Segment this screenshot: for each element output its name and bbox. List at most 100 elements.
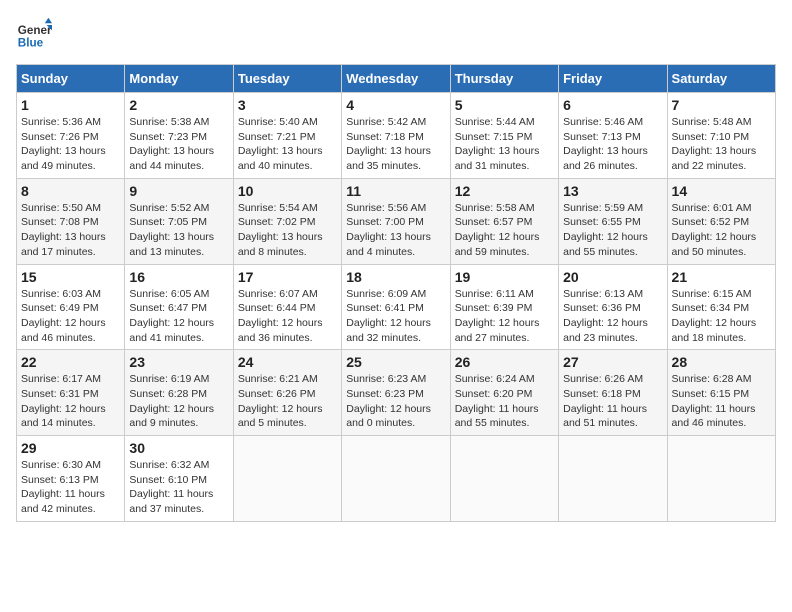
calendar-cell: 4 Sunrise: 5:42 AMSunset: 7:18 PMDaylight… — [342, 93, 450, 179]
day-detail: Sunrise: 6:23 AMSunset: 6:23 PMDaylight:… — [346, 372, 445, 431]
day-detail: Sunrise: 6:19 AMSunset: 6:28 PMDaylight:… — [129, 372, 228, 431]
day-number: 21 — [672, 269, 771, 285]
calendar-cell: 6 Sunrise: 5:46 AMSunset: 7:13 PMDaylight… — [559, 93, 667, 179]
calendar-cell: 5 Sunrise: 5:44 AMSunset: 7:15 PMDaylight… — [450, 93, 558, 179]
day-number: 12 — [455, 183, 554, 199]
day-detail: Sunrise: 5:46 AMSunset: 7:13 PMDaylight:… — [563, 115, 662, 174]
day-number: 16 — [129, 269, 228, 285]
day-number: 28 — [672, 354, 771, 370]
day-detail: Sunrise: 5:59 AMSunset: 6:55 PMDaylight:… — [563, 201, 662, 260]
calendar-cell: 1Sunrise: 5:36 AMSunset: 7:26 PMDaylight… — [17, 93, 125, 179]
day-detail: Sunrise: 5:54 AMSunset: 7:02 PMDaylight:… — [238, 201, 337, 260]
day-detail: Sunrise: 6:03 AMSunset: 6:49 PMDaylight:… — [21, 287, 120, 346]
calendar-cell: 17Sunrise: 6:07 AMSunset: 6:44 PMDayligh… — [233, 264, 341, 350]
day-number: 27 — [563, 354, 662, 370]
day-number: 23 — [129, 354, 228, 370]
day-detail: Sunrise: 6:01 AMSunset: 6:52 PMDaylight:… — [672, 201, 771, 260]
day-detail: Sunrise: 6:17 AMSunset: 6:31 PMDaylight:… — [21, 372, 120, 431]
day-detail: Sunrise: 5:48 AMSunset: 7:10 PMDaylight:… — [672, 115, 771, 174]
day-detail: Sunrise: 6:21 AMSunset: 6:26 PMDaylight:… — [238, 372, 337, 431]
day-header-saturday: Saturday — [667, 65, 775, 93]
day-number: 11 — [346, 183, 445, 199]
day-header-thursday: Thursday — [450, 65, 558, 93]
calendar-cell: 28 Sunrise: 6:28 AMSunset: 6:15 PMDayligh… — [667, 350, 775, 436]
day-number: 4 — [346, 97, 445, 113]
calendar-cell: 21 Sunrise: 6:15 AMSunset: 6:34 PMDayligh… — [667, 264, 775, 350]
calendar-cell: 16 Sunrise: 6:05 AMSunset: 6:47 PMDayligh… — [125, 264, 233, 350]
day-number: 7 — [672, 97, 771, 113]
day-number: 10 — [238, 183, 337, 199]
day-detail: Sunrise: 5:52 AMSunset: 7:05 PMDaylight:… — [129, 201, 228, 260]
calendar-cell: 15 Sunrise: 6:03 AMSunset: 6:49 PMDayligh… — [17, 264, 125, 350]
week-row-3: 15 Sunrise: 6:03 AMSunset: 6:49 PMDayligh… — [17, 264, 776, 350]
calendar-cell: 30 Sunrise: 6:32 AMSunset: 6:10 PMDayligh… — [125, 436, 233, 522]
svg-text:General: General — [18, 24, 52, 37]
day-number: 24 — [238, 354, 337, 370]
calendar-cell: 23 Sunrise: 6:19 AMSunset: 6:28 PMDayligh… — [125, 350, 233, 436]
calendar-cell — [559, 436, 667, 522]
day-detail: Sunrise: 5:50 AMSunset: 7:08 PMDaylight:… — [21, 201, 120, 260]
calendar-cell: 10 Sunrise: 5:54 AMSunset: 7:02 PMDayligh… — [233, 178, 341, 264]
calendar-cell — [667, 436, 775, 522]
week-row-4: 22Sunrise: 6:17 AMSunset: 6:31 PMDayligh… — [17, 350, 776, 436]
calendar-cell: 18 Sunrise: 6:09 AMSunset: 6:41 PMDayligh… — [342, 264, 450, 350]
calendar-cell: 29 Sunrise: 6:30 AMSunset: 6:13 PMDayligh… — [17, 436, 125, 522]
calendar-body: 1Sunrise: 5:36 AMSunset: 7:26 PMDaylight… — [17, 93, 776, 522]
day-detail: Sunrise: 5:40 AMSunset: 7:21 PMDaylight:… — [238, 115, 337, 174]
calendar-cell: 20Sunrise: 6:13 AMSunset: 6:36 PMDayligh… — [559, 264, 667, 350]
calendar-cell: 27 Sunrise: 6:26 AMSunset: 6:18 PMDayligh… — [559, 350, 667, 436]
calendar-cell: 22Sunrise: 6:17 AMSunset: 6:31 PMDayligh… — [17, 350, 125, 436]
day-number: 5 — [455, 97, 554, 113]
day-header-friday: Friday — [559, 65, 667, 93]
svg-text:Blue: Blue — [18, 37, 44, 50]
calendar-cell: 25 Sunrise: 6:23 AMSunset: 6:23 PMDayligh… — [342, 350, 450, 436]
day-detail: Sunrise: 6:28 AMSunset: 6:15 PMDaylight:… — [672, 372, 771, 431]
day-number: 17 — [238, 269, 337, 285]
day-number: 26 — [455, 354, 554, 370]
day-number: 15 — [21, 269, 120, 285]
day-number: 9 — [129, 183, 228, 199]
day-detail: Sunrise: 6:13 AMSunset: 6:36 PMDaylight:… — [563, 287, 662, 346]
week-row-2: 8Sunrise: 5:50 AMSunset: 7:08 PMDaylight… — [17, 178, 776, 264]
day-number: 25 — [346, 354, 445, 370]
calendar-cell: 26 Sunrise: 6:24 AMSunset: 6:20 PMDayligh… — [450, 350, 558, 436]
day-detail: Sunrise: 6:05 AMSunset: 6:47 PMDaylight:… — [129, 287, 228, 346]
calendar-table: SundayMondayTuesdayWednesdayThursdayFrid… — [16, 64, 776, 522]
day-header-monday: Monday — [125, 65, 233, 93]
day-detail: Sunrise: 6:15 AMSunset: 6:34 PMDaylight:… — [672, 287, 771, 346]
calendar-cell: 8Sunrise: 5:50 AMSunset: 7:08 PMDaylight… — [17, 178, 125, 264]
calendar-cell: 7 Sunrise: 5:48 AMSunset: 7:10 PMDaylight… — [667, 93, 775, 179]
day-detail: Sunrise: 6:32 AMSunset: 6:10 PMDaylight:… — [129, 458, 228, 517]
day-detail: Sunrise: 5:56 AMSunset: 7:00 PMDaylight:… — [346, 201, 445, 260]
calendar-cell: 11 Sunrise: 5:56 AMSunset: 7:00 PMDayligh… — [342, 178, 450, 264]
day-number: 1 — [21, 97, 120, 113]
logo-icon: General Blue — [16, 16, 52, 52]
day-detail: Sunrise: 6:24 AMSunset: 6:20 PMDaylight:… — [455, 372, 554, 431]
calendar-cell — [342, 436, 450, 522]
day-number: 14 — [672, 183, 771, 199]
logo: General Blue — [16, 16, 52, 52]
day-number: 19 — [455, 269, 554, 285]
week-row-1: 1Sunrise: 5:36 AMSunset: 7:26 PMDaylight… — [17, 93, 776, 179]
calendar-cell — [450, 436, 558, 522]
day-number: 6 — [563, 97, 662, 113]
calendar-cell: 2 Sunrise: 5:38 AMSunset: 7:23 PMDaylight… — [125, 93, 233, 179]
day-detail: Sunrise: 6:09 AMSunset: 6:41 PMDaylight:… — [346, 287, 445, 346]
day-number: 3 — [238, 97, 337, 113]
calendar-cell — [233, 436, 341, 522]
day-number: 2 — [129, 97, 228, 113]
calendar-header-row: SundayMondayTuesdayWednesdayThursdayFrid… — [17, 65, 776, 93]
calendar-cell: 9 Sunrise: 5:52 AMSunset: 7:05 PMDaylight… — [125, 178, 233, 264]
calendar-cell: 24 Sunrise: 6:21 AMSunset: 6:26 PMDayligh… — [233, 350, 341, 436]
day-detail: Sunrise: 6:11 AMSunset: 6:39 PMDaylight:… — [455, 287, 554, 346]
day-detail: Sunrise: 6:30 AMSunset: 6:13 PMDaylight:… — [21, 458, 120, 517]
day-number: 29 — [21, 440, 120, 456]
day-detail: Sunrise: 5:44 AMSunset: 7:15 PMDaylight:… — [455, 115, 554, 174]
calendar-cell: 13Sunrise: 5:59 AMSunset: 6:55 PMDayligh… — [559, 178, 667, 264]
day-header-sunday: Sunday — [17, 65, 125, 93]
day-detail: Sunrise: 5:42 AMSunset: 7:18 PMDaylight:… — [346, 115, 445, 174]
day-number: 30 — [129, 440, 228, 456]
day-detail: Sunrise: 6:26 AMSunset: 6:18 PMDaylight:… — [563, 372, 662, 431]
day-detail: Sunrise: 5:38 AMSunset: 7:23 PMDaylight:… — [129, 115, 228, 174]
day-number: 18 — [346, 269, 445, 285]
